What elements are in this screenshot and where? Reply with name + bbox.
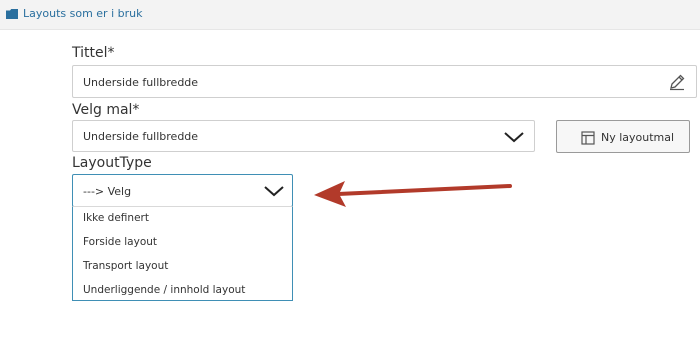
layouttype-dropdown-list: Ikke definert Forside layout Transport l… bbox=[72, 206, 293, 301]
new-layout-template-label: Ny layoutmal bbox=[601, 131, 675, 144]
title-input-value: Underside fullbredde bbox=[83, 76, 199, 89]
new-layout-template-button[interactable]: Ny layoutmal bbox=[556, 120, 690, 153]
dropdown-option[interactable]: Transport layout bbox=[83, 260, 168, 272]
chevron-down-icon bbox=[264, 186, 284, 197]
template-select-value: Underside fullbredde bbox=[83, 130, 199, 143]
dropdown-option[interactable]: Forside layout bbox=[83, 236, 157, 248]
title-label: Tittel* bbox=[72, 45, 115, 61]
template-label: Velg mal* bbox=[72, 102, 140, 118]
dropdown-option[interactable]: Underliggende / innhold layout bbox=[83, 284, 245, 296]
layout-icon bbox=[581, 131, 595, 145]
folder-icon bbox=[6, 9, 18, 19]
layouttype-select-value: ---> Velg bbox=[83, 185, 132, 198]
breadcrumb-link[interactable]: Layouts som er i bruk bbox=[23, 7, 142, 20]
template-select[interactable]: Underside fullbredde bbox=[72, 120, 535, 152]
pencil-icon[interactable] bbox=[668, 73, 686, 91]
title-input[interactable]: Underside fullbredde bbox=[72, 65, 697, 98]
layouttype-select[interactable]: ---> Velg bbox=[72, 174, 293, 207]
dropdown-option[interactable]: Ikke definert bbox=[83, 212, 149, 224]
chevron-down-icon bbox=[504, 132, 524, 143]
top-breadcrumb-bar: Layouts som er i bruk bbox=[0, 0, 700, 30]
layouttype-label: LayoutType bbox=[72, 155, 152, 171]
